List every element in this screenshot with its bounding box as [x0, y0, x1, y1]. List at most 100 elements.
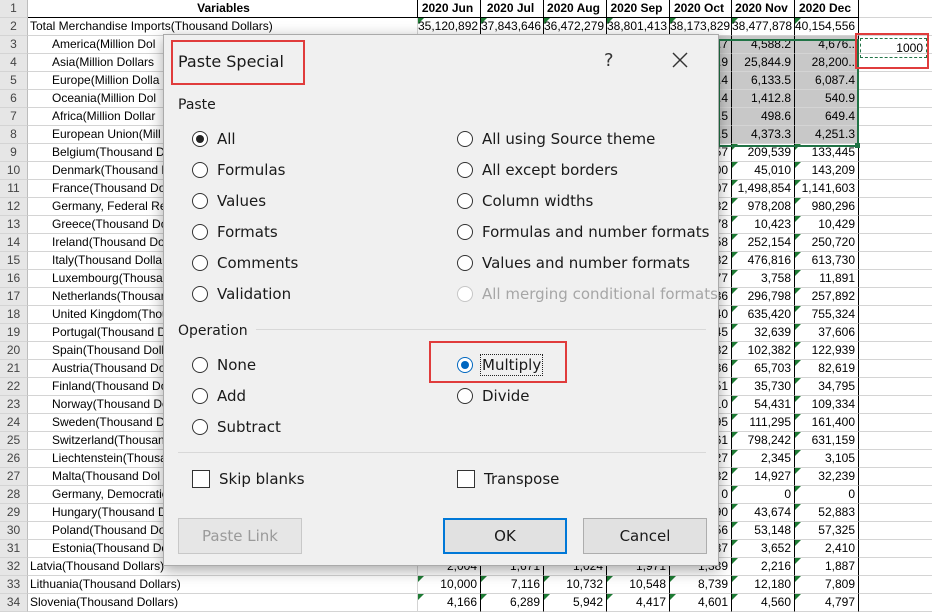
value-cell[interactable]: 0: [732, 486, 795, 504]
close-icon[interactable]: [669, 49, 691, 71]
value-cell[interactable]: 649.4: [795, 108, 859, 126]
operation-multiply[interactable]: Multiply: [457, 353, 544, 377]
empty-cell[interactable]: [859, 306, 932, 324]
paste-option-formats[interactable]: Formats: [192, 220, 278, 244]
skip-blanks-checkbox[interactable]: Skip blanks: [192, 467, 305, 491]
value-cell[interactable]: 57,325: [795, 522, 859, 540]
value-cell[interactable]: 82,619: [795, 360, 859, 378]
column-header-month[interactable]: 2020 Aug: [544, 0, 607, 18]
value-cell[interactable]: 3,105: [795, 450, 859, 468]
value-cell[interactable]: 32,239: [795, 468, 859, 486]
value-cell[interactable]: 3,758: [732, 270, 795, 288]
row-header[interactable]: 16: [0, 270, 28, 288]
column-header-month[interactable]: 2020 Jun: [418, 0, 481, 18]
value-cell[interactable]: 10,429: [795, 216, 859, 234]
row-header[interactable]: 29: [0, 504, 28, 522]
value-cell[interactable]: 2,216: [732, 558, 795, 576]
value-cell[interactable]: 122,939: [795, 342, 859, 360]
value-cell[interactable]: 25,844.9: [732, 54, 795, 72]
value-cell[interactable]: 476,816: [732, 252, 795, 270]
value-cell[interactable]: 635,420: [732, 306, 795, 324]
paste-option-values-number-formats[interactable]: Values and number formats: [457, 251, 690, 275]
empty-cell[interactable]: [859, 144, 932, 162]
value-cell[interactable]: 4,373.3: [732, 126, 795, 144]
column-header-month[interactable]: 2020 Oct: [670, 0, 732, 18]
value-cell[interactable]: 4,588.2: [732, 36, 795, 54]
value-cell[interactable]: 8,739: [670, 576, 732, 594]
value-cell[interactable]: 53,148: [732, 522, 795, 540]
value-cell[interactable]: 52,883: [795, 504, 859, 522]
value-cell[interactable]: 0: [795, 486, 859, 504]
row-header[interactable]: 4: [0, 54, 28, 72]
empty-cell[interactable]: [859, 18, 932, 36]
row-header[interactable]: 3: [0, 36, 28, 54]
operation-add[interactable]: Add: [192, 384, 246, 408]
value-cell[interactable]: 111,295: [732, 414, 795, 432]
row-header[interactable]: 7: [0, 108, 28, 126]
value-cell[interactable]: 250,720: [795, 234, 859, 252]
paste-option-formulas-number-formats[interactable]: Formulas and number formats: [457, 220, 709, 244]
row-header[interactable]: 15: [0, 252, 28, 270]
value-cell[interactable]: 1,412.8: [732, 90, 795, 108]
value-cell[interactable]: 11,891: [795, 270, 859, 288]
value-cell[interactable]: 32,639: [732, 324, 795, 342]
empty-cell[interactable]: [859, 252, 932, 270]
value-cell[interactable]: 498.6: [732, 108, 795, 126]
value-cell[interactable]: 12,180: [732, 576, 795, 594]
value-cell[interactable]: 28,200..: [795, 54, 859, 72]
value-cell[interactable]: 35,730: [732, 378, 795, 396]
paste-option-formulas[interactable]: Formulas: [192, 158, 285, 182]
value-cell[interactable]: 161,400: [795, 414, 859, 432]
row-header[interactable]: 22: [0, 378, 28, 396]
paste-option-except-borders[interactable]: All except borders: [457, 158, 618, 182]
value-cell[interactable]: 252,154: [732, 234, 795, 252]
operation-none[interactable]: None: [192, 353, 256, 377]
operation-subtract[interactable]: Subtract: [192, 415, 281, 439]
value-cell[interactable]: 10,548: [607, 576, 670, 594]
column-header-month[interactable]: 2020 Nov: [732, 0, 795, 18]
row-header[interactable]: 24: [0, 414, 28, 432]
row-header[interactable]: 10: [0, 162, 28, 180]
value-cell[interactable]: 6,133.5: [732, 72, 795, 90]
empty-cell[interactable]: [859, 504, 932, 522]
row-header[interactable]: 1: [0, 0, 28, 18]
empty-cell[interactable]: [859, 450, 932, 468]
value-cell[interactable]: 10,732: [544, 576, 607, 594]
value-cell[interactable]: 43,674: [732, 504, 795, 522]
value-cell[interactable]: 613,730: [795, 252, 859, 270]
empty-cell[interactable]: [859, 414, 932, 432]
value-cell[interactable]: 3,652: [732, 540, 795, 558]
value-cell[interactable]: 296,798: [732, 288, 795, 306]
empty-cell[interactable]: [859, 234, 932, 252]
value-cell[interactable]: 37,606: [795, 324, 859, 342]
value-cell[interactable]: 4,797: [795, 594, 859, 612]
transpose-checkbox[interactable]: Transpose: [457, 467, 559, 491]
row-header[interactable]: 2: [0, 18, 28, 36]
row-header[interactable]: 19: [0, 324, 28, 342]
empty-cell[interactable]: [859, 486, 932, 504]
value-cell[interactable]: 631,159: [795, 432, 859, 450]
empty-cell[interactable]: [859, 558, 932, 576]
row-header[interactable]: 20: [0, 342, 28, 360]
empty-cell[interactable]: [859, 360, 932, 378]
paste-option-values[interactable]: Values: [192, 189, 266, 213]
row-header[interactable]: 27: [0, 468, 28, 486]
row-header[interactable]: 33: [0, 576, 28, 594]
row-header[interactable]: 13: [0, 216, 28, 234]
empty-cell[interactable]: [859, 126, 932, 144]
value-cell[interactable]: 6,289: [481, 594, 544, 612]
row-header[interactable]: 11: [0, 180, 28, 198]
row-header[interactable]: 31: [0, 540, 28, 558]
row-header[interactable]: 21: [0, 360, 28, 378]
copied-cell[interactable]: 1000: [860, 38, 927, 58]
value-cell[interactable]: 980,296: [795, 198, 859, 216]
empty-cell[interactable]: [859, 342, 932, 360]
value-cell[interactable]: 540.9: [795, 90, 859, 108]
value-cell[interactable]: 5,942: [544, 594, 607, 612]
empty-cell[interactable]: [859, 468, 932, 486]
column-header-month[interactable]: 2020 Sep: [607, 0, 670, 18]
variable-label-cell[interactable]: Lithuania(Thousand Dollars): [28, 576, 418, 594]
paste-option-validation[interactable]: Validation: [192, 282, 291, 306]
empty-cell[interactable]: [859, 0, 932, 18]
row-header[interactable]: 17: [0, 288, 28, 306]
